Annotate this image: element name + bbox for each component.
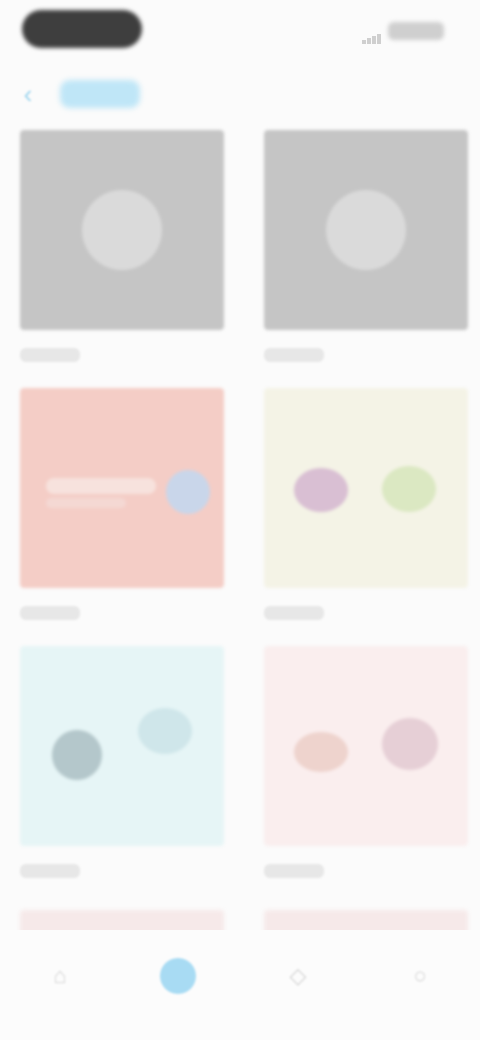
grid-item[interactable] [264,646,468,878]
item-caption [264,864,324,878]
grid-item[interactable] [264,130,468,362]
status-bar [0,0,480,60]
page-title [60,80,140,108]
item-caption [20,864,80,878]
item-caption [264,606,324,620]
battery-icon [388,22,444,40]
image-placeholder [264,130,468,330]
item-caption [20,606,80,620]
image-detail [52,730,102,780]
app-screen: ‹ ⌂ ◇ ○ [0,0,480,1040]
grid-item[interactable] [20,130,224,362]
image-detail [46,478,156,494]
gallery-icon[interactable] [158,956,198,996]
image-detail [382,718,438,770]
item-caption [20,348,80,362]
home-icon[interactable]: ⌂ [40,956,80,996]
placeholder-circle-icon [82,190,162,270]
profile-icon[interactable]: ○ [400,956,440,996]
bottom-nav: ⌂ ◇ ○ [0,930,480,1040]
image-placeholder [20,130,224,330]
placeholder-circle-icon [326,190,406,270]
image-detail [166,470,210,514]
item-image [20,646,224,846]
image-detail [294,732,348,772]
signal-icon [362,26,384,44]
dynamic-island [22,10,142,48]
explore-icon[interactable]: ◇ [278,956,318,996]
item-image [20,388,224,588]
grid-item[interactable] [264,388,468,620]
image-detail [382,466,436,512]
header: ‹ [0,70,480,120]
image-detail [294,468,348,512]
image-detail [138,708,192,754]
image-detail [46,498,126,508]
grid-item[interactable] [20,646,224,878]
item-caption [264,348,324,362]
grid-item[interactable] [20,388,224,620]
item-image [264,388,468,588]
item-image [264,646,468,846]
chevron-left-icon[interactable]: ‹ [14,80,42,108]
